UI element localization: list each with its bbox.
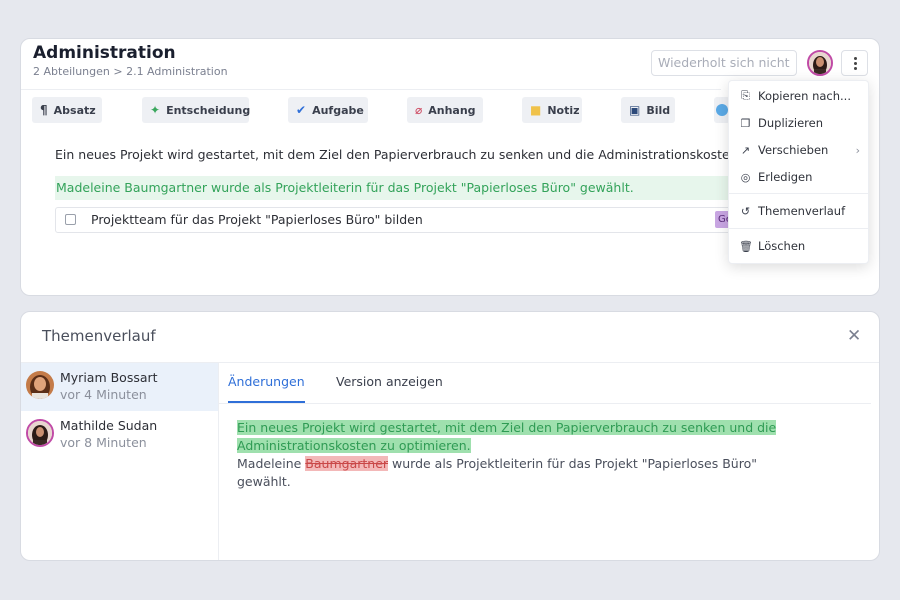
author-name: Mathilde Sudan bbox=[60, 418, 158, 433]
task-checkbox[interactable] bbox=[65, 214, 76, 225]
duplicate-icon: ❐ bbox=[740, 116, 751, 130]
toolbar-label: Aufgabe bbox=[312, 103, 364, 117]
add-task-button[interactable]: ✔ Aufgabe bbox=[288, 97, 368, 123]
divider bbox=[219, 403, 871, 404]
paragraph-icon: ¶ bbox=[40, 103, 48, 117]
toolbar-label: Anhang bbox=[428, 103, 476, 117]
add-note-button[interactable]: ■ Notiz bbox=[522, 97, 582, 123]
history-entry[interactable]: Myriam Bossart vor 4 Minuten bbox=[21, 363, 218, 411]
task-block[interactable]: Projektteam für das Projekt "Papierloses… bbox=[55, 207, 755, 233]
menu-item-label: Kopieren nach... bbox=[758, 89, 851, 103]
breadcrumb[interactable]: 2 Abteilungen > 2.1 Administration bbox=[33, 65, 228, 78]
avatar bbox=[26, 371, 54, 399]
trash-icon: 🗑 bbox=[739, 239, 753, 253]
toolbar-label: Entscheidung bbox=[166, 103, 251, 117]
paragraph-block[interactable]: Ein neues Projekt wird gestartet, mit de… bbox=[55, 147, 784, 162]
tab-show-version[interactable]: Version anzeigen bbox=[336, 374, 443, 389]
menu-item-duplicate[interactable]: ❐ Duplizieren bbox=[729, 112, 868, 134]
globe-icon bbox=[716, 104, 728, 116]
close-icon[interactable]: ✕ bbox=[847, 327, 861, 345]
avatar bbox=[26, 419, 54, 447]
menu-item-label: Erledigen bbox=[758, 170, 813, 184]
menu-item-complete[interactable]: ◎ Erledigen bbox=[729, 166, 868, 188]
page-title: Administration bbox=[33, 43, 176, 63]
toolbar-label: Bild bbox=[646, 103, 671, 117]
context-menu: ⎘ Kopieren nach... ❐ Duplizieren ↗ Versc… bbox=[728, 80, 869, 264]
menu-item-label: Verschieben bbox=[758, 143, 829, 157]
repeat-dropdown[interactable]: Wiederholt sich nicht bbox=[651, 50, 797, 76]
history-entry[interactable]: Mathilde Sudan vor 8 Minuten bbox=[21, 411, 218, 459]
toolbar-label: Notiz bbox=[547, 103, 580, 117]
author-name: Myriam Bossart bbox=[60, 370, 158, 385]
menu-item-label: Löschen bbox=[758, 239, 806, 253]
add-image-button[interactable]: ▣ Bild bbox=[621, 97, 675, 123]
check-circle-icon: ◎ bbox=[740, 170, 751, 184]
move-icon: ↗ bbox=[740, 143, 751, 157]
check-icon: ✔ bbox=[296, 103, 307, 117]
history-icon: ↺ bbox=[740, 204, 751, 218]
menu-item-copy-to[interactable]: ⎘ Kopieren nach... bbox=[729, 85, 868, 107]
chevron-right-icon: › bbox=[855, 143, 860, 157]
diff-text: Madeleine bbox=[237, 456, 306, 471]
paperclip-icon: ⌀ bbox=[415, 103, 423, 117]
menu-item-move[interactable]: ↗ Verschieben › bbox=[729, 139, 868, 161]
panel-title: Themenverlauf bbox=[42, 327, 156, 345]
deleted-text: Baumgartner bbox=[305, 456, 389, 471]
kebab-icon bbox=[854, 57, 857, 60]
inserted-text: Ein neues Projekt wird gestartet, mit de… bbox=[237, 420, 777, 453]
add-decision-button[interactable]: ✦ Entscheidung bbox=[142, 97, 251, 123]
menu-item-label: Duplizieren bbox=[758, 116, 823, 130]
add-paragraph-button[interactable]: ¶ Absatz bbox=[32, 97, 102, 123]
diff-view: Ein neues Projekt wird gestartet, mit de… bbox=[237, 419, 797, 491]
toolbar-label: Absatz bbox=[53, 103, 96, 117]
image-icon: ▣ bbox=[629, 103, 641, 117]
menu-item-label: Themenverlauf bbox=[758, 204, 846, 218]
task-text[interactable]: Projektteam für das Projekt "Papierloses… bbox=[91, 208, 423, 232]
menu-separator bbox=[729, 228, 868, 229]
timestamp: vor 8 Minuten bbox=[60, 435, 147, 450]
wand-icon: ✦ bbox=[150, 103, 161, 117]
add-attachment-button[interactable]: ⌀ Anhang bbox=[407, 97, 483, 123]
menu-item-history[interactable]: ↺ Themenverlauf bbox=[729, 200, 868, 222]
decision-block[interactable]: Madeleine Baumgartner wurde als Projektl… bbox=[55, 176, 745, 200]
menu-separator bbox=[729, 193, 868, 194]
tab-changes[interactable]: Änderungen bbox=[228, 374, 305, 389]
note-icon: ■ bbox=[530, 103, 542, 117]
menu-item-delete[interactable]: 🗑 Löschen bbox=[729, 235, 868, 257]
more-menu-button[interactable] bbox=[841, 50, 868, 76]
timestamp: vor 4 Minuten bbox=[60, 387, 147, 402]
avatar[interactable] bbox=[807, 50, 833, 76]
divider bbox=[218, 363, 219, 560]
copy-to-icon: ⎘ bbox=[741, 89, 750, 102]
divider bbox=[21, 89, 721, 90]
history-panel: Themenverlauf ✕ Myriam Bossart vor 4 Min… bbox=[20, 311, 880, 561]
